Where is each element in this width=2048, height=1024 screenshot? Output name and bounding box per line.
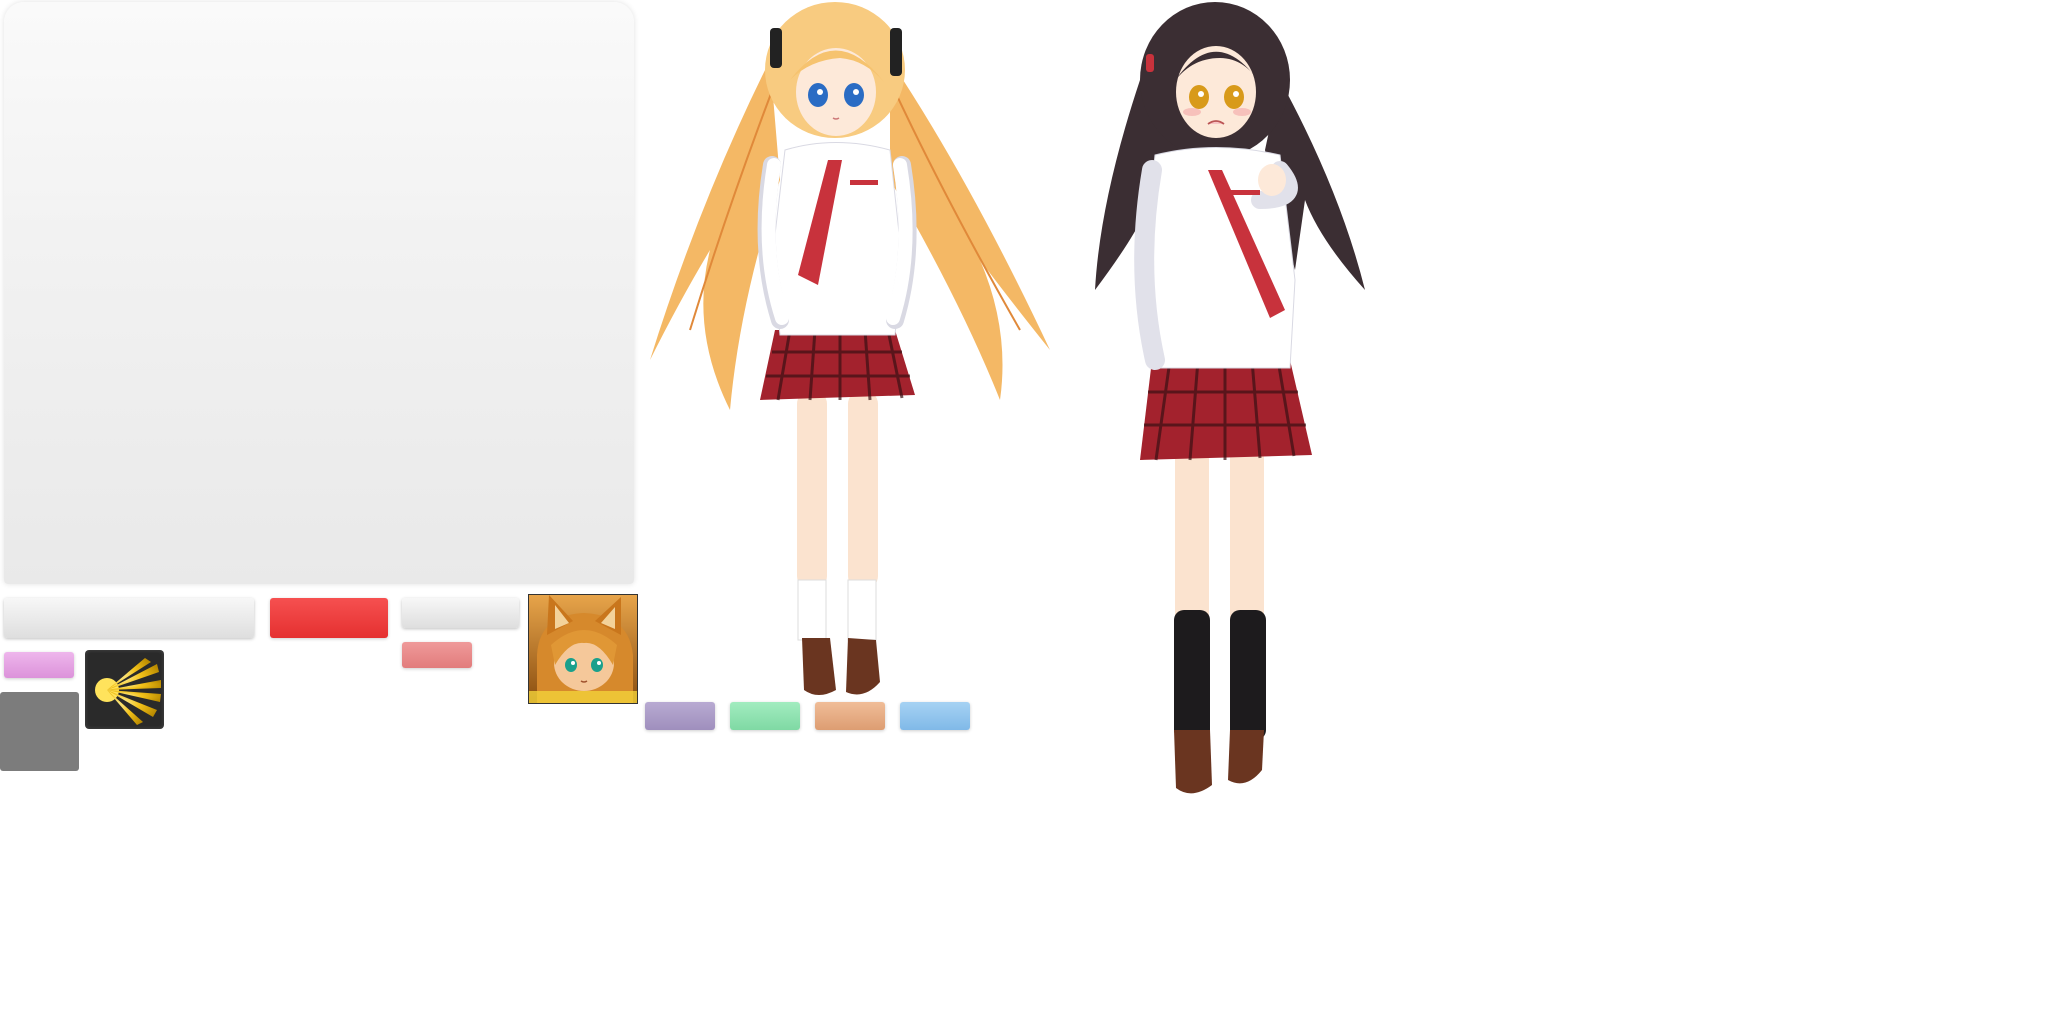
red-button[interactable] [270, 598, 388, 638]
green-pill-button[interactable] [730, 702, 800, 730]
grey-tile [0, 692, 79, 771]
orange-pill-button[interactable] [815, 702, 885, 730]
dark-haired-schoolgirl [1095, 2, 1365, 794]
light-burst-glyph [95, 658, 161, 725]
small-bar-button[interactable] [402, 598, 519, 628]
blonde-twintail-schoolgirl [650, 2, 1050, 695]
fox-girl-portrait [528, 594, 638, 704]
light-burst-icon[interactable] [85, 650, 164, 729]
wide-bar-button[interactable] [4, 598, 254, 638]
pink-pill-button[interactable] [4, 652, 74, 678]
blue-pill-button[interactable] [900, 702, 970, 730]
purple-pill-button[interactable] [645, 702, 715, 730]
window-panel [4, 2, 634, 584]
pale-red-button[interactable] [402, 642, 472, 668]
